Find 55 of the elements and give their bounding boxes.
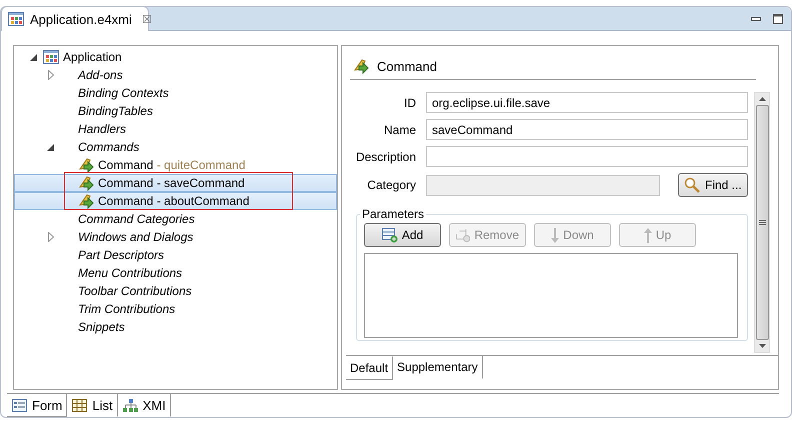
tab[interactable]: Form — [7, 394, 68, 417]
search-icon — [684, 177, 700, 193]
tree-item[interactable]: Command - quiteCommand — [14, 156, 337, 174]
tree-item[interactable]: Add-ons — [14, 66, 337, 84]
field-label: Description — [354, 150, 416, 164]
expanded-triangle-icon[interactable] — [30, 54, 37, 60]
scrollbar[interactable] — [754, 92, 770, 353]
remove-table-icon — [456, 228, 470, 242]
field-label: Name — [382, 122, 416, 136]
group-title: Parameters — [361, 207, 426, 221]
up-arrow-icon — [644, 228, 652, 242]
section-title: Command — [377, 59, 437, 74]
maximize-icon[interactable] — [773, 14, 783, 24]
tree-item[interactable]: Command Categories — [14, 210, 337, 228]
tree-item[interactable]: Snippets — [14, 318, 337, 336]
add-table-icon — [382, 228, 398, 242]
tree-item[interactable]: Commands — [14, 138, 337, 156]
toolbar-button[interactable]: Add — [364, 223, 441, 247]
field-label: ID — [403, 96, 416, 110]
tree-item[interactable]: Command - aboutCommand — [14, 192, 337, 210]
tree-item[interactable]: Toolbar Contributions — [14, 282, 337, 300]
tree-item[interactable]: Handlers — [14, 120, 337, 138]
close-icon[interactable]: ☒ — [142, 12, 152, 26]
tree-item[interactable]: Part Descriptors — [14, 246, 337, 264]
application-icon — [43, 50, 59, 64]
bell-arrow-icon — [77, 194, 94, 208]
collapsed-triangle-icon[interactable] — [48, 232, 54, 242]
grip-icon — [758, 220, 766, 226]
down-arrow-icon — [551, 228, 560, 242]
tree-item[interactable]: BindingTables — [14, 102, 337, 120]
tree-item[interactable]: Menu Contributions — [14, 264, 337, 282]
minimize-icon[interactable] — [751, 16, 761, 22]
text-field[interactable]: org.eclipse.ui.file.save — [426, 92, 748, 113]
text-field[interactable]: saveCommand — [426, 119, 748, 140]
tab[interactable]: List — [67, 394, 118, 417]
expanded-triangle-icon[interactable] — [47, 144, 54, 150]
tree-item[interactable]: Application — [14, 48, 337, 66]
table-icon — [72, 398, 88, 412]
collapsed-triangle-icon[interactable] — [48, 70, 54, 80]
tree-item[interactable]: Trim Contributions — [14, 300, 337, 318]
parameters-list[interactable] — [364, 253, 738, 338]
tab[interactable]: XMI — [118, 394, 171, 417]
hierarchy-icon — [122, 398, 138, 412]
field-label: Category — [366, 178, 416, 192]
text-field[interactable] — [426, 146, 748, 167]
bell-arrow-icon — [352, 59, 369, 74]
tree-item[interactable]: Command - saveCommand — [14, 174, 337, 192]
bell-arrow-icon — [77, 176, 94, 190]
tree-item[interactable]: Windows and Dialogs — [14, 228, 337, 246]
application-icon — [8, 12, 24, 26]
tab[interactable]: Default — [346, 356, 394, 380]
form-icon — [12, 398, 27, 412]
tree-item[interactable]: Binding Contexts — [14, 84, 337, 102]
bell-arrow-icon — [77, 158, 94, 172]
editor-tab[interactable]: Application.e4xmi ☒ — [1, 6, 149, 31]
